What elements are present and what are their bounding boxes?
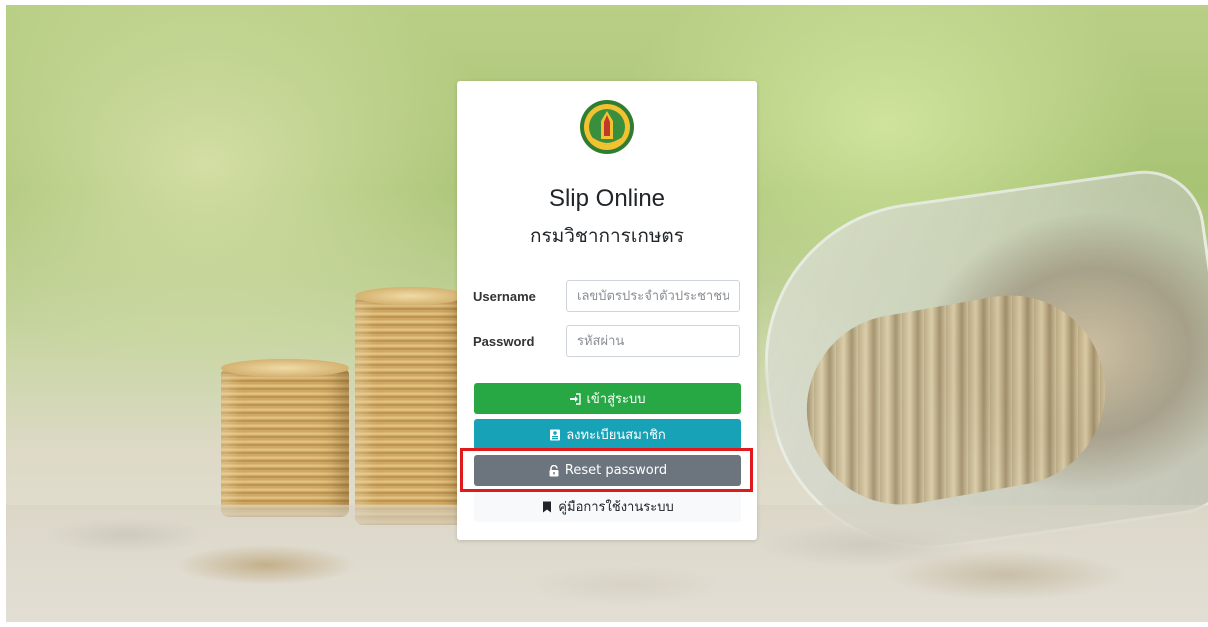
- user-manual-button[interactable]: คู่มือการใช้งานระบบ: [474, 491, 741, 522]
- register-button[interactable]: ลงทะเบียนสมาชิก: [474, 419, 741, 450]
- login-button-label: เข้าสู่ระบบ: [586, 392, 646, 407]
- page: Slip Online กรมวิชาการเกษตร Username Pas…: [0, 0, 1208, 627]
- login-button[interactable]: เข้าสู่ระบบ: [474, 383, 741, 414]
- password-input[interactable]: [566, 325, 740, 357]
- user-manual-button-label: คู่มือการใช้งานระบบ: [558, 500, 674, 515]
- username-label: Username: [473, 289, 536, 304]
- bookmark-icon: [543, 501, 552, 512]
- sign-in-icon: [570, 392, 582, 405]
- app-subtitle: กรมวิชาการเกษตร: [530, 226, 684, 247]
- id-card-icon: [550, 429, 561, 440]
- username-input[interactable]: [566, 280, 740, 312]
- coin-stack-top: [355, 287, 465, 305]
- coin-stack: [355, 295, 465, 525]
- department-logo: [580, 100, 634, 154]
- highlight-box: [460, 448, 753, 492]
- coin-stack: [221, 367, 349, 517]
- coin-stack-top: [221, 359, 349, 377]
- app-title: Slip Online: [548, 185, 666, 212]
- password-label: Password: [473, 334, 535, 349]
- register-button-label: ลงทะเบียนสมาชิก: [566, 428, 666, 443]
